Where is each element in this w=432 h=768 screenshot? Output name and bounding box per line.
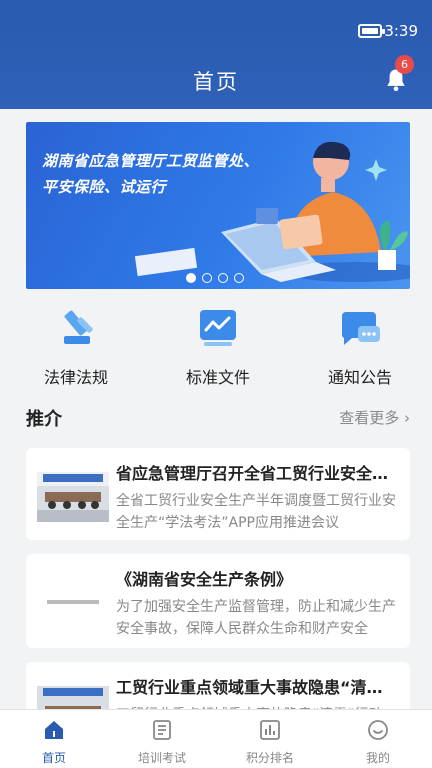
quick-link-label: 标准文件 [185, 368, 250, 387]
battery-icon [358, 24, 385, 38]
training-icon [153, 720, 171, 740]
tab-ranking[interactable]: 积分排名 [216, 710, 324, 768]
view-more-label: 查看更多 [339, 409, 400, 427]
gavel-icon [64, 310, 93, 344]
carousel-indicator [186, 273, 244, 283]
tab-profile[interactable]: 我的 [324, 710, 432, 768]
home-icon [45, 721, 63, 739]
bottom-tab-bar: 首页 培训考试 积分排名 我的 [0, 709, 432, 768]
status-time: 3:39 [384, 22, 418, 40]
ranking-icon [260, 720, 280, 740]
quick-links: 法律法规 标准文件 通知公告 [26, 306, 410, 388]
carousel-dot[interactable] [218, 273, 228, 283]
tab-label: 我的 [365, 751, 390, 765]
profile-icon [368, 720, 388, 740]
chevron-right-icon: › [404, 409, 410, 427]
quick-link-label: 法律法规 [43, 368, 108, 387]
page-title: 首页 [193, 70, 239, 94]
tab-label: 积分排名 [245, 751, 294, 765]
banner-carousel[interactable]: 湖南省应急管理厅工贸监管处、 平安保险、试运行 [26, 122, 410, 289]
article-description: 为了加强安全生产监督管理，防止和减少生产安全事故，保障人民群众生命和财产安全 [116, 599, 396, 637]
article-thumbnail [37, 578, 109, 628]
carousel-dot[interactable] [202, 273, 212, 283]
article-title: 省应急管理厅召开全省工贸行业安全生产半年调度暨工贸行业安全生产“学法考法”APP… [116, 464, 398, 483]
quick-link-standards[interactable]: 标准文件 [168, 306, 268, 388]
quick-link-laws[interactable]: 法律法规 [26, 306, 126, 388]
carousel-dot[interactable] [234, 273, 244, 283]
status-bar: 3:39 [0, 0, 432, 40]
notification-badge: 6 [395, 55, 414, 74]
tab-training[interactable]: 培训考试 [108, 710, 216, 768]
message-icon [341, 312, 380, 345]
tab-label: 培训考试 [137, 751, 186, 765]
quick-link-label: 通知公告 [327, 368, 392, 387]
article-card[interactable]: 《湖南省安全生产条例》 为了加强安全生产监督管理，防止和减少生产安全事故，保障人… [26, 554, 410, 648]
article-description: 全省工贸行业安全生产半年调度暨工贸行业安全生产“学法考法”APP应用推进会议 [116, 493, 396, 531]
carousel-dot[interactable] [186, 273, 196, 283]
banner-line-2: 平安保险、试运行 [42, 178, 167, 196]
section-title: 推介 [26, 409, 62, 430]
article-title: 《湖南省安全生产条例》 [116, 570, 293, 589]
chart-icon [200, 310, 236, 346]
tab-home[interactable]: 首页 [0, 710, 108, 768]
tab-label: 首页 [41, 751, 66, 765]
quick-link-notices[interactable]: 通知公告 [310, 306, 410, 388]
article-title: 工贸行业重点领域重大事故隐患“清零”行动 [116, 678, 398, 697]
view-more-link[interactable]: 查看更多 › [339, 407, 410, 428]
article-thumbnail [37, 472, 109, 522]
banner-headline: 湖南省应急管理厅工贸监管处、 平安保险、试运行 [42, 148, 259, 200]
banner-line-1: 湖南省应急管理厅工贸监管处、 [42, 152, 260, 170]
app-header: 3:39 首页 6 [0, 0, 432, 109]
article-card[interactable]: 省应急管理厅召开全省工贸行业安全生产半年调度暨工贸行业安全生产“学法考法”APP… [26, 448, 410, 540]
